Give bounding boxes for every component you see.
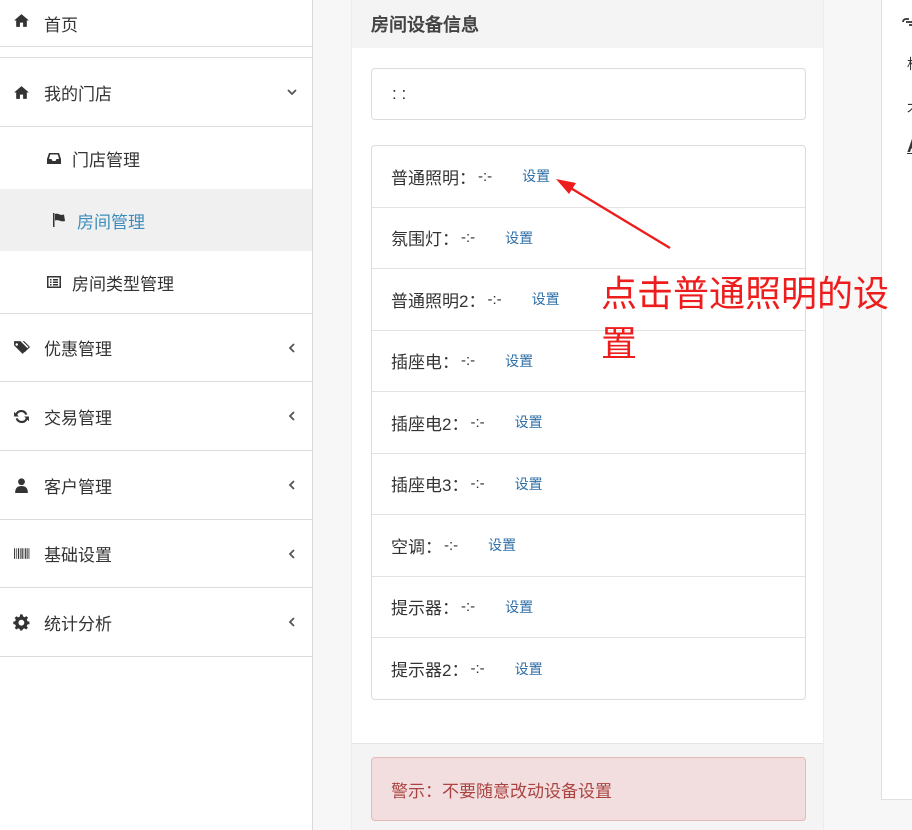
device-value: -:- [470,660,485,678]
device-name: 提示器： [391,599,459,619]
device-name: 插座电3： [391,476,469,496]
sidebar-item-label: 我的门店 [44,84,112,104]
device-settings-link[interactable]: 设置 [505,228,533,248]
annotation-arrow [556,179,671,250]
device-name: 插座电： [391,353,459,373]
time-display-field: : : [371,68,806,120]
content-gutter [313,0,351,830]
tags-icon [12,339,30,357]
chevron-left-icon [286,479,298,491]
refresh-icon [12,407,30,425]
chevron-down-icon [286,86,298,98]
device-name: 普通照明： [391,168,476,188]
sidebar-item-trade[interactable]: 交易管理 [0,382,312,451]
device-name: 空调： [391,537,442,557]
device-settings-link[interactable]: 设置 [515,412,543,432]
device-name: 插座电2： [391,414,469,434]
device-settings-link[interactable]: 设置 [515,659,543,679]
chevron-left-icon [286,548,298,560]
device-settings-link[interactable]: 设置 [505,351,533,371]
device-value: -:- [470,475,485,493]
device-value: -:- [470,413,485,431]
device-settings-link[interactable]: 设置 [488,535,516,555]
flag-icon [50,211,68,229]
sidebar-item-room-manage[interactable]: 房间管理 [0,189,312,251]
device-settings-link[interactable]: 设置 [532,289,560,309]
list-alt-icon [45,273,63,291]
user-icon [12,476,30,494]
neighbor-card: 机 才 A [881,0,912,800]
sidebar-item-room-type-manage[interactable]: 房间类型管理 [0,251,312,313]
sidebar-item-label: 交易管理 [44,408,112,428]
gear-icon [12,613,30,631]
device-value: -:- [461,598,476,616]
sidebar-item-label: 门店管理 [72,150,140,170]
list-item: 提示器： -:- 设置 [372,577,805,638]
device-name: 提示器2： [391,661,469,681]
inbox-icon [45,149,63,167]
sidebar-item-label: 房间类型管理 [72,274,174,294]
panel-title: 房间设备信息 [352,0,823,48]
chevron-left-icon [286,410,298,422]
chevron-left-icon [286,342,298,354]
sidebar-item-label: 统计分析 [44,614,112,634]
device-settings-link[interactable]: 设置 [505,597,533,617]
device-value: -:- [461,229,476,247]
list-item: 空调： -:- 设置 [372,515,805,577]
sidebar-item-label: 房间管理 [77,212,145,232]
sidebar-item-label: 基础设置 [44,546,112,565]
device-value: -:- [461,352,476,370]
device-settings-link[interactable]: 设置 [515,474,543,494]
sidebar-item-discount[interactable]: 优惠管理 [0,314,312,382]
neighbor-text: 才 [907,98,912,118]
sidebar-item-label: 客户管理 [44,477,112,497]
device-value: -:- [444,536,459,554]
annotation-text: 点击普通照明的设置 [601,274,890,365]
list-item: 插座电2： -:- 设置 [372,392,805,454]
list-item: 提示器2： -:- 设置 [372,638,805,700]
link-icon [902,14,912,26]
neighbor-text: 机 [907,54,912,74]
sidebar-item-home[interactable]: 首页 [0,0,312,47]
device-value: -:- [478,167,493,185]
list-item: 插座电3： -:- 设置 [372,454,805,515]
sidebar-item-store-manage[interactable]: 门店管理 [0,127,312,189]
barcode-icon [12,545,30,563]
sidebar-item-basic-settings[interactable]: 基础设置 [0,520,312,588]
home-icon [12,83,30,101]
sidebar-menu: 首页 我的门店 门店管理 房间管理 房间类型管理 优惠管理 交易管理 客户管理 … [0,0,313,830]
device-name: 氛围灯： [391,230,459,250]
sidebar-item-label: 优惠管理 [44,340,112,359]
sidebar-item-my-store[interactable]: 我的门店 [0,58,312,127]
sidebar-item-customer[interactable]: 客户管理 [0,451,312,520]
sidebar-item-label: 首页 [44,16,78,35]
sidebar-item-statistics[interactable]: 统计分析 [0,588,312,657]
device-name: 普通照明2： [391,291,486,311]
device-value: -:- [487,290,502,308]
home-icon [12,11,30,29]
room-device-panel: 房间设备信息 : : 普通照明： -:- 设置 氛围灯： -:- 设置 普通照明… [351,0,824,830]
chevron-left-icon [286,616,298,628]
warning-alert: 警示：不要随意改动设备设置 [371,757,806,821]
neighbor-text: A [907,136,912,157]
